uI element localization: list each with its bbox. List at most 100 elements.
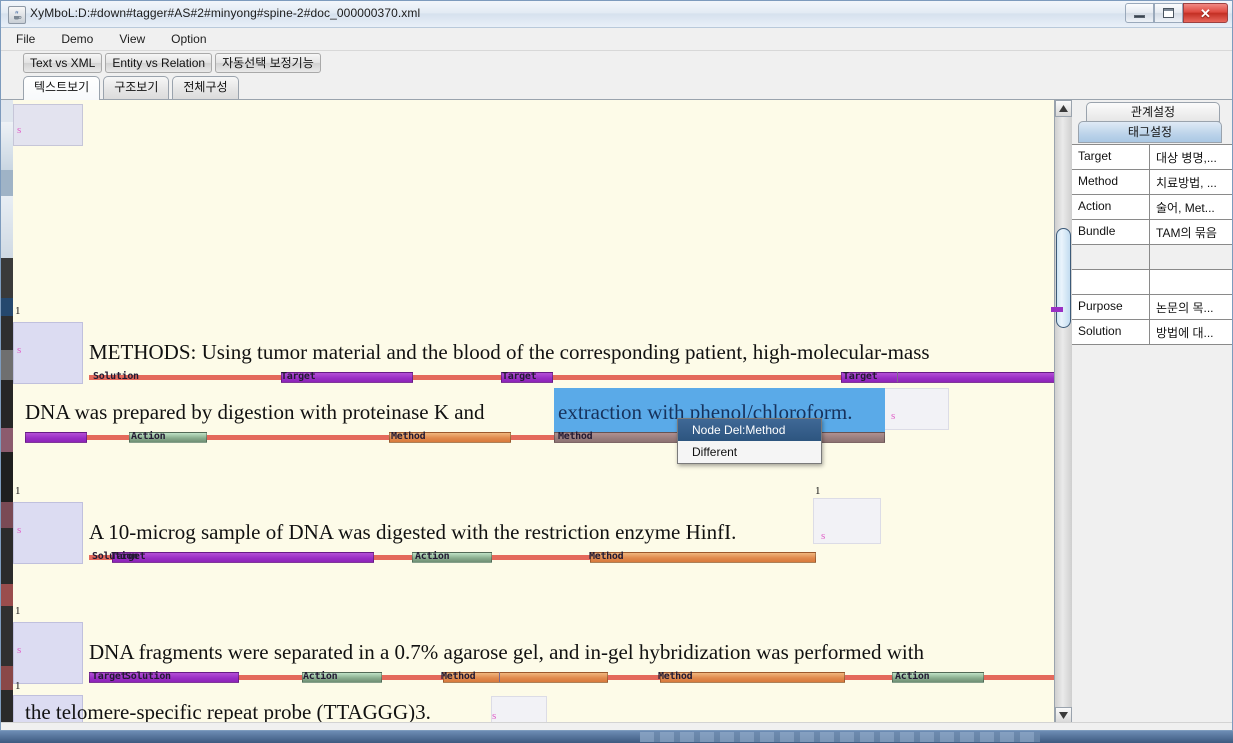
table-row[interactable]: Action 술어, Met... <box>1072 195 1232 220</box>
document-line[interactable]: DNA fragments were separated in a 0.7% a… <box>89 641 924 663</box>
annotation-label: Method <box>391 431 426 442</box>
tab-text-view[interactable]: 텍스트보기 <box>23 76 101 100</box>
annotation-segment-target[interactable] <box>112 552 374 563</box>
minimize-button[interactable] <box>1125 3 1154 23</box>
annotation-row[interactable]: Solution Target Target Target <box>13 370 1064 384</box>
minimize-icon <box>1134 14 1145 18</box>
entity-vs-relation-button[interactable]: Entity vs Relation <box>105 53 213 73</box>
table-row[interactable]: Method 치료방법, ... <box>1072 170 1232 195</box>
maximize-button[interactable] <box>1154 3 1183 23</box>
table-row[interactable]: Purpose 논문의 목... <box>1072 295 1232 320</box>
line-number: 1 <box>15 305 21 317</box>
tab-relation-settings[interactable]: 관계설정 <box>1086 102 1220 122</box>
tag-settings-panel: 관계설정 태그설정 Target 대상 병명,... Method 치료방법, … <box>1072 100 1232 724</box>
menu-item-option[interactable]: Option <box>160 29 217 49</box>
toolbar: Text vs XML Entity vs Relation 자동선택 보정기능 <box>1 51 1232 75</box>
tag-name: Method <box>1072 170 1150 195</box>
title-bar: XyMboL:D:#down#tagger#AS#2#minyong#spine… <box>1 1 1232 28</box>
tag-name: Action <box>1072 195 1150 220</box>
line-number: 1 <box>815 485 821 497</box>
window-bottom-border <box>1 722 1232 730</box>
editor-vertical-scrollbar[interactable] <box>1051 100 1072 724</box>
java-coffee-icon <box>8 6 26 24</box>
sentence-end-marker: s <box>492 710 497 722</box>
table-row[interactable] <box>1072 270 1232 295</box>
tag-description <box>1150 245 1232 270</box>
annotation-tick <box>499 672 500 682</box>
annotation-label: Target <box>111 551 146 562</box>
line-number: 1 <box>15 485 21 497</box>
menu-item-view[interactable]: View <box>108 29 156 49</box>
tab-structure-view[interactable]: 구조보기 <box>103 76 170 99</box>
sentence-end-marker: s <box>891 410 896 422</box>
tag-name: Bundle <box>1072 220 1150 245</box>
right-panel-tabs: 관계설정 태그설정 <box>1072 100 1232 144</box>
tag-definition-table: Target 대상 병명,... Method 치료방법, ... Action… <box>1072 144 1232 345</box>
view-tabs: 텍스트보기 구조보기 전체구성 <box>1 75 1232 100</box>
annotation-segment-method[interactable] <box>590 552 816 563</box>
context-menu-item-node-del-method[interactable]: Node Del:Method <box>678 419 821 441</box>
tag-description: TAM의 묶음 <box>1150 220 1232 245</box>
close-icon: ✕ <box>1200 5 1211 21</box>
tag-name <box>1072 245 1150 270</box>
document-line[interactable]: DNA was prepared by digestion with prote… <box>25 401 485 423</box>
tag-description: 치료방법, ... <box>1150 170 1232 195</box>
table-row[interactable]: Bundle TAM의 묶음 <box>1072 220 1232 245</box>
scroll-up-icon[interactable] <box>1055 100 1072 117</box>
gutter-marker-s: s <box>17 524 22 536</box>
tag-name: Solution <box>1072 320 1150 345</box>
annotation-segment-target[interactable] <box>25 432 87 443</box>
document-line[interactable]: A 10-microg sample of DNA was digested w… <box>89 521 736 543</box>
context-menu[interactable]: Node Del:Method Different <box>677 418 822 464</box>
tag-description: 논문의 목... <box>1150 295 1232 320</box>
window-controls: ✕ <box>1125 3 1228 23</box>
content-area: s 1 s 1 s 1 s 1 1 1 <box>1 100 1232 724</box>
annotation-label: Method <box>441 671 476 682</box>
table-row[interactable] <box>1072 245 1232 270</box>
menu-item-demo[interactable]: Demo <box>50 29 104 49</box>
tag-name <box>1072 270 1150 295</box>
application-window: XyMboL:D:#down#tagger#AS#2#minyong#spine… <box>0 0 1233 743</box>
annotation-label: Target <box>843 371 878 382</box>
table-row[interactable]: Solution 방법에 대... <box>1072 320 1232 345</box>
annotation-label: Action <box>303 671 338 682</box>
inline-marker-box <box>884 388 949 430</box>
tag-name: Purpose <box>1072 295 1150 320</box>
close-button[interactable]: ✕ <box>1183 3 1228 23</box>
text-vs-xml-button[interactable]: Text vs XML <box>23 53 103 73</box>
annotation-label: Solution <box>93 371 139 382</box>
tag-description: 대상 병명,... <box>1150 145 1232 170</box>
annotation-label: Solution <box>125 671 171 682</box>
menu-item-file[interactable]: File <box>5 29 46 49</box>
tag-description: 방법에 대... <box>1150 320 1232 345</box>
annotation-label: Method <box>558 431 593 442</box>
document-line[interactable]: METHODS: Using tumor material and the bl… <box>89 341 930 363</box>
scrollbar-position-marker <box>1051 307 1063 312</box>
annotation-label: Action <box>895 671 930 682</box>
annotation-label: Target <box>281 371 316 382</box>
sentence-end-marker: s <box>821 530 826 542</box>
maximize-icon <box>1163 8 1174 18</box>
table-row[interactable]: Target 대상 병명,... <box>1072 145 1232 170</box>
annotation-tick <box>897 372 898 382</box>
inline-marker-box <box>491 696 547 723</box>
annotation-label: Action <box>415 551 450 562</box>
tab-tag-settings[interactable]: 태그설정 <box>1078 121 1222 143</box>
document-line[interactable]: the telomere-specific repeat probe (TTAG… <box>25 701 431 723</box>
annotation-row[interactable]: Solution Target Action Method <box>13 550 1053 564</box>
scrollbar-track[interactable] <box>1055 117 1072 707</box>
taskbar-bottom <box>0 731 1233 743</box>
document-editor[interactable]: s 1 s 1 s 1 s 1 1 1 <box>13 100 1202 724</box>
annotation-label: Method <box>589 551 624 562</box>
annotation-label: Target <box>502 371 537 382</box>
gutter-box <box>13 104 83 146</box>
scrollbar-thumb[interactable] <box>1056 228 1071 328</box>
annotation-row[interactable]: Action Method Method <box>13 430 1053 444</box>
tab-full-composition[interactable]: 전체구성 <box>172 76 239 99</box>
context-menu-item-different[interactable]: Different <box>678 441 821 463</box>
tag-name: Target <box>1072 145 1150 170</box>
annotation-row[interactable]: Solution Target Action Method Method Act… <box>13 670 1064 684</box>
auto-select-correction-button[interactable]: 자동선택 보정기능 <box>215 53 321 73</box>
tag-description <box>1150 270 1232 295</box>
gutter-marker-s: s <box>17 644 22 656</box>
